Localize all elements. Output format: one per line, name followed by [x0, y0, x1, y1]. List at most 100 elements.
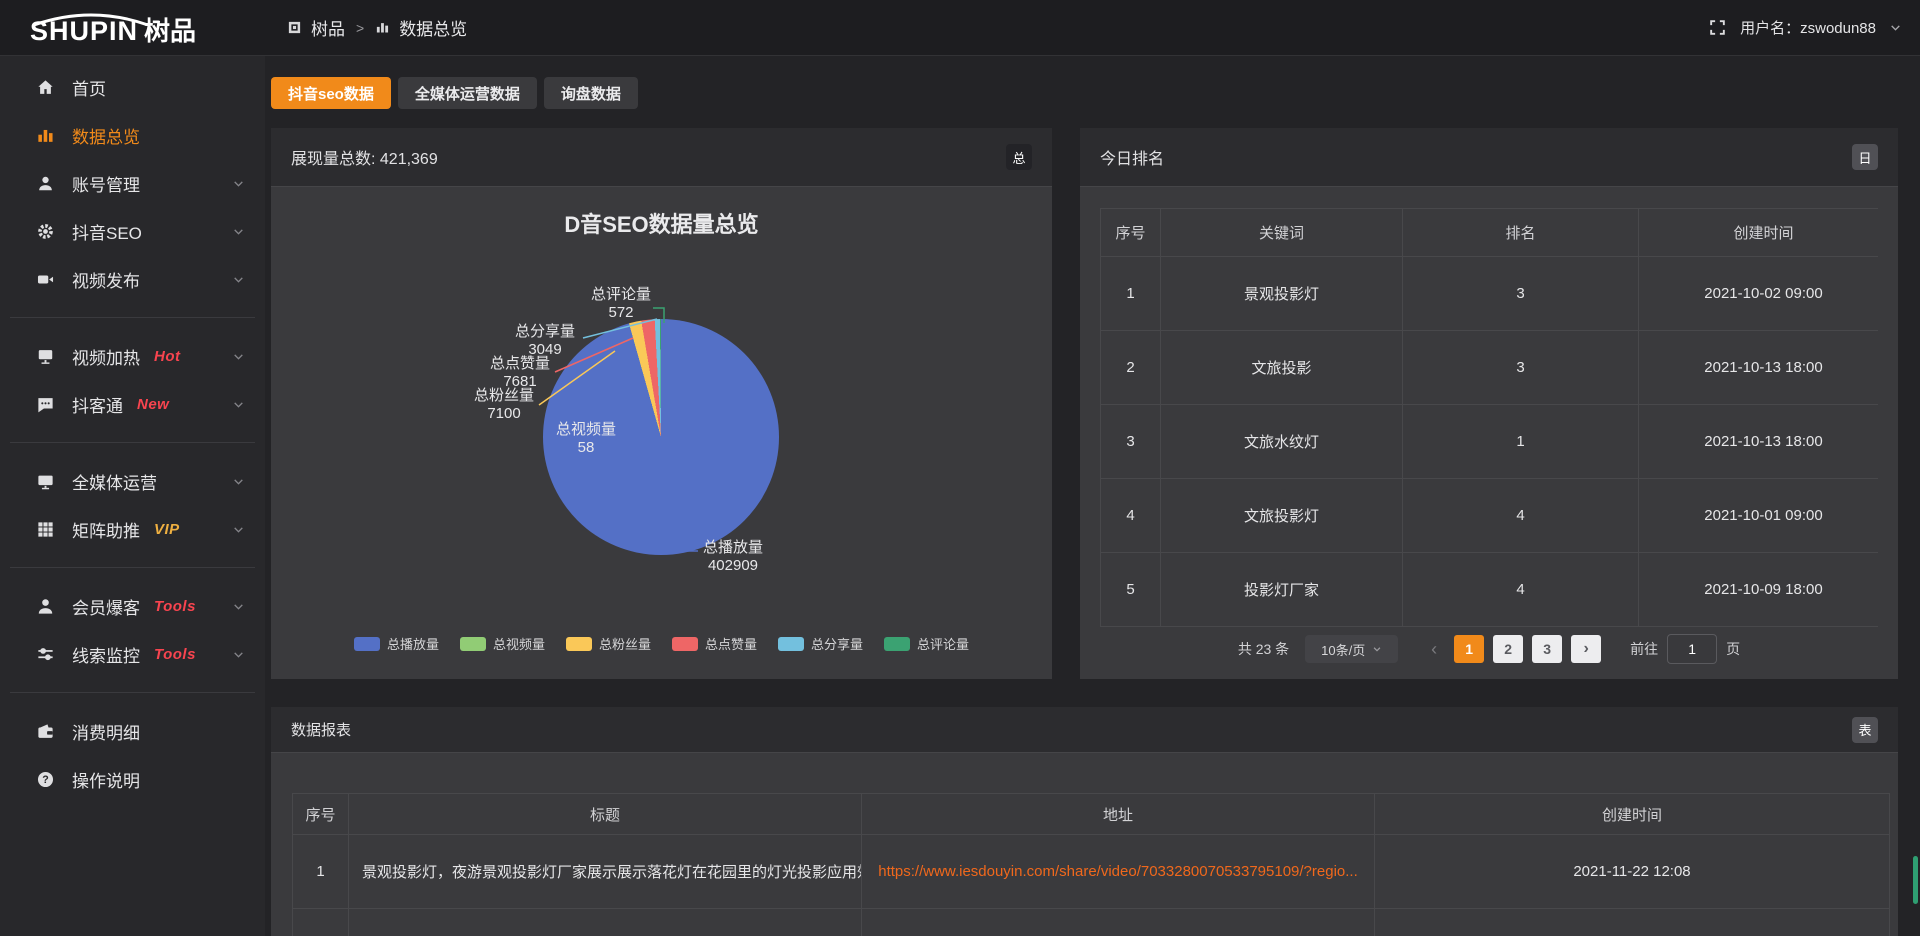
home-icon [36, 78, 55, 97]
sidebar-item-label: 矩阵助推 [72, 517, 140, 542]
chart-legend: 总播放量 总视频量 总粉丝量 总点赞量 总分享量 总评论量 [271, 634, 1052, 653]
overview-panel-header: 展现量总数: 421,369 总 [271, 128, 1052, 187]
chart-area: D音SEO数据量总览 总评论量572 总分享量3049 总点赞量7681 [271, 187, 1052, 679]
ranking-cell: 2021-10-13 18:00 [1639, 405, 1879, 479]
goto-page-input[interactable] [1667, 634, 1717, 664]
chevron-down-icon [232, 350, 245, 363]
legend-item[interactable]: 总视频量 [460, 634, 545, 653]
table-toggle-button[interactable]: 表 [1852, 717, 1878, 743]
sidebar-item-chat[interactable]: 抖客通New [0, 380, 265, 428]
report-panel-header: 数据报表 表 [271, 707, 1898, 753]
report-column-header: 创建时间 [1375, 794, 1890, 835]
report-table: 序号标题地址创建时间 1景观投影灯，夜游景观投影灯厂家展示展示落花灯在花园里的灯… [292, 793, 1890, 936]
sidebar-item-monitor-play[interactable]: 视频加热Hot [0, 332, 265, 380]
sidebar-item-video[interactable]: 视频发布 [0, 255, 265, 303]
breadcrumb-item-current: 数据总览 [399, 15, 467, 40]
ranking-column-header: 关键词 [1161, 209, 1403, 257]
user-icon [36, 174, 55, 193]
chevron-down-icon [232, 273, 245, 286]
sidebar-item-screen[interactable]: 全媒体运营 [0, 457, 265, 505]
pagination-total: 共 23 条 [1238, 639, 1289, 659]
sidebar-item-label: 消费明细 [72, 719, 140, 744]
report-column-header: 地址 [862, 794, 1375, 835]
legend-item[interactable]: 总粉丝量 [566, 634, 651, 653]
sidebar-item-wallet[interactable]: 消费明细 [0, 707, 265, 755]
pie-label-videos: 总视频量58 [531, 421, 641, 457]
chevron-down-icon [232, 600, 245, 613]
chart-title: D音SEO数据量总览 [271, 207, 1052, 239]
report-cell [293, 909, 349, 936]
ranking-cell: 投影灯厂家 [1161, 553, 1403, 627]
legend-item[interactable]: 总分享量 [778, 634, 863, 653]
tab-1[interactable]: 全媒体运营数据 [398, 77, 537, 109]
pie-label-fans: 总粉丝量7100 [449, 387, 559, 423]
sidebar-item-bar-chart[interactable]: 数据总览 [0, 111, 265, 159]
next-page-button[interactable]: › [1571, 635, 1601, 663]
sidebar-item-grid[interactable]: 矩阵助推VIP [0, 505, 265, 553]
legend-item[interactable]: 总评论量 [884, 634, 969, 653]
report-column-header: 标题 [349, 794, 862, 835]
ranking-cell: 3 [1403, 257, 1639, 331]
legend-item[interactable]: 总点赞量 [672, 634, 757, 653]
chevron-down-icon [232, 648, 245, 661]
total-toggle-button[interactable]: 总 [1006, 144, 1032, 170]
report-table-row [293, 909, 1890, 936]
day-toggle-button[interactable]: 日 [1852, 144, 1878, 170]
report-cell-link[interactable]: https://www.iesdouyin.com/share/video/70… [862, 835, 1375, 909]
legend-label: 总点赞量 [705, 634, 757, 653]
page-size-select[interactable]: 10条/页 [1305, 635, 1398, 663]
ranking-cell: 4 [1101, 479, 1161, 553]
legend-item[interactable]: 总播放量 [354, 634, 439, 653]
bars-icon [375, 20, 390, 35]
sidebar-item-member[interactable]: 会员爆客Tools [0, 582, 265, 630]
chevron-down-icon [232, 177, 245, 190]
sidebar-badge-new: New [137, 396, 169, 413]
app-square-icon [287, 20, 302, 35]
report-panel-title: 数据报表 [291, 719, 351, 740]
sidebar-item-label: 首页 [72, 75, 106, 100]
screen-icon [36, 472, 55, 491]
tab-0[interactable]: 抖音seo数据 [271, 77, 391, 109]
chevron-down-icon [232, 475, 245, 488]
fullscreen-icon[interactable] [1708, 18, 1727, 37]
tab-2[interactable]: 询盘数据 [544, 77, 638, 109]
top-panel-row: 展现量总数: 421,369 总 D音SEO数据量总览 总评论量572 总分享量… [271, 128, 1920, 679]
ranking-cell: 2021-10-01 09:00 [1639, 479, 1879, 553]
sidebar-item-gear[interactable]: 抖音SEO [0, 207, 265, 255]
sidebar-divider [10, 317, 255, 318]
ranking-cell: 2021-10-09 18:00 [1639, 553, 1879, 627]
breadcrumb-separator: > [356, 20, 364, 36]
sidebar-item-label: 视频加热 [72, 344, 140, 369]
ranking-cell: 文旅投影 [1161, 331, 1403, 405]
sidebar: 首页数据总览账号管理抖音SEO视频发布视频加热Hot抖客通New 全媒体运营矩阵助… [0, 56, 265, 936]
legend-swatch [566, 637, 592, 651]
sidebar-item-sliders[interactable]: 线索监控Tools [0, 630, 265, 678]
ranking-cell: 2021-10-13 18:00 [1639, 331, 1879, 405]
ranking-cell: 1 [1101, 257, 1161, 331]
legend-swatch [354, 637, 380, 651]
app-header: SHUPIN 树品 树品 > 数据总览 用户名：zswodun88 [0, 0, 1920, 56]
ranking-body: 序号关键词排名创建时间 1景观投影灯32021-10-02 09:002文旅投影… [1080, 187, 1898, 679]
legend-swatch [460, 637, 486, 651]
username-dropdown[interactable]: 用户名：zswodun88 [1740, 17, 1876, 38]
sidebar-item-user[interactable]: 账号管理 [0, 159, 265, 207]
ranking-table-row: 1景观投影灯32021-10-02 09:00 [1101, 257, 1879, 331]
page-buttons: 123 [1454, 635, 1571, 663]
ranking-cell [1161, 627, 1403, 628]
prev-page-button[interactable]: ‹ [1426, 639, 1442, 660]
sidebar-item-question[interactable]: ?操作说明 [0, 755, 265, 803]
scrollbar-thumb[interactable] [1913, 856, 1918, 904]
page-button-2[interactable]: 2 [1493, 635, 1523, 663]
page-button-1[interactable]: 1 [1454, 635, 1484, 663]
overview-panel-title: 展现量总数: 421,369 [291, 145, 438, 169]
sidebar-item-label: 全媒体运营 [72, 469, 157, 494]
ranking-cell: 4 [1403, 479, 1639, 553]
ranking-table: 序号关键词排名创建时间 1景观投影灯32021-10-02 09:002文旅投影… [1100, 208, 1878, 627]
chevron-down-icon [1889, 21, 1902, 34]
ranking-cell: 文旅投影灯 [1161, 479, 1403, 553]
pie-label-comments: 总评论量572 [566, 286, 676, 322]
sidebar-item-label: 操作说明 [72, 767, 140, 792]
sidebar-item-home[interactable]: 首页 [0, 63, 265, 111]
breadcrumb-item-root[interactable]: 树品 [311, 15, 345, 40]
page-button-3[interactable]: 3 [1532, 635, 1562, 663]
